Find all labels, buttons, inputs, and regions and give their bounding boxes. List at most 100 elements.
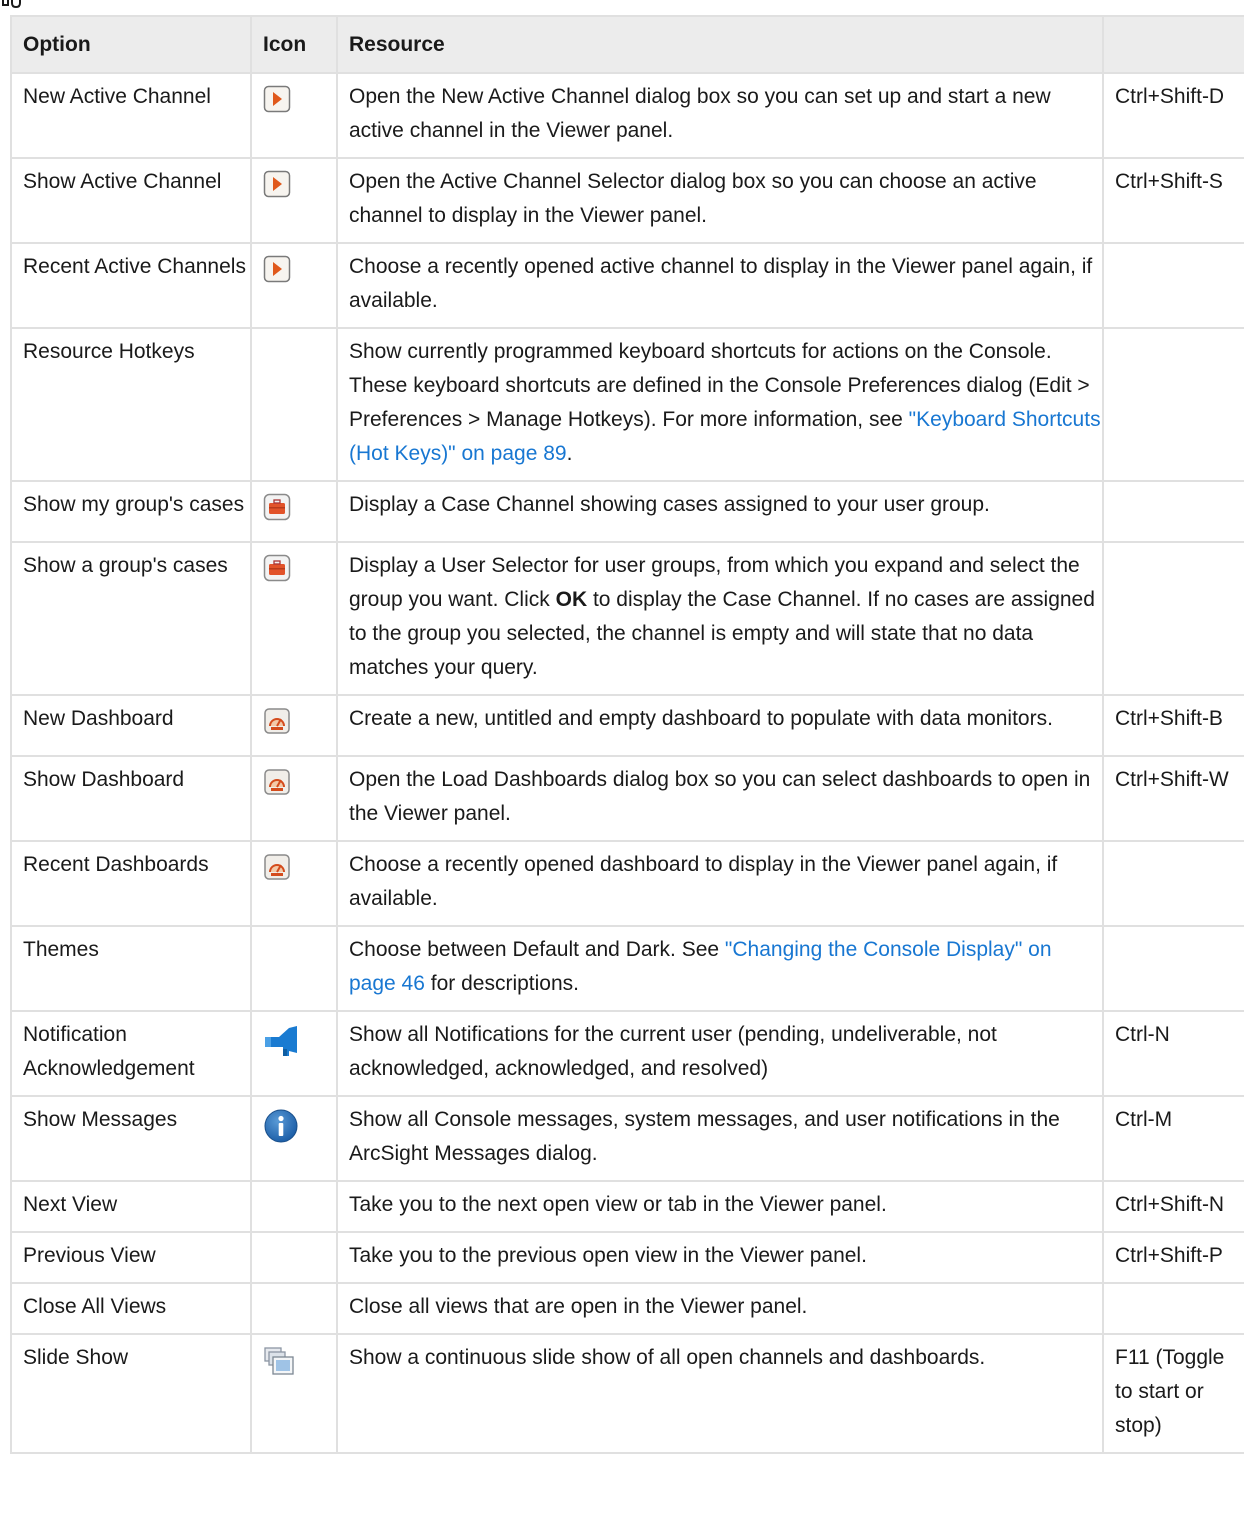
icon-cell	[250, 840, 338, 927]
option-cell: Next View	[10, 1180, 252, 1233]
option-cell: Recent Dashboards	[10, 840, 252, 927]
resource-cell: Show all Notifications for the current u…	[336, 1010, 1104, 1097]
table-row: New Dashboard Create a new, untitled and …	[10, 694, 1244, 757]
icon-cell	[250, 694, 338, 757]
resource-cell: Take you to the previous open view in th…	[336, 1231, 1104, 1284]
table-row: Slide Show Show a continuous slide show o…	[10, 1333, 1244, 1454]
active-channel-icon	[263, 85, 291, 124]
hotkey-cell: Ctrl-N	[1102, 1010, 1244, 1097]
option-cell: Resource Hotkeys	[10, 327, 252, 482]
resource-cell: Choose a recently opened active channel …	[336, 242, 1104, 329]
icon-cell	[250, 157, 338, 244]
notification-icon	[263, 1023, 299, 1070]
slide-show-icon	[263, 1346, 295, 1389]
icon-cell	[250, 925, 338, 1012]
table-row: Previous View Take you to the previous op…	[10, 1231, 1244, 1284]
case-briefcase-icon	[263, 493, 291, 532]
dashboard-icon	[263, 707, 291, 746]
resource-cell: Open the Load Dashboards dialog box so y…	[336, 755, 1104, 842]
option-cell: Notification Acknowledgement	[10, 1010, 252, 1097]
header-option: Option	[10, 15, 252, 74]
active-channel-icon	[263, 170, 291, 209]
resource-cell: Show a continuous slide show of all open…	[336, 1333, 1104, 1454]
resource-cell: Display a Case Channel showing cases ass…	[336, 480, 1104, 543]
table-row: Show my group's cases Display a Case Chan…	[10, 480, 1244, 543]
icon-cell	[250, 1282, 338, 1335]
resource-cell: Show currently programmed keyboard short…	[336, 327, 1104, 482]
option-cell: Slide Show	[10, 1333, 252, 1454]
table-row: Close All Views Close all views that are …	[10, 1282, 1244, 1335]
resource-cell: Open the Active Channel Selector dialog …	[336, 157, 1104, 244]
icon-cell	[250, 1333, 338, 1454]
console-options-table: Option Icon Resource New Active Channel O…	[10, 15, 1244, 1454]
hotkey-cell: Ctrl+Shift-W	[1102, 755, 1244, 842]
clipped-heading-fragment	[2, 0, 21, 9]
hotkey-cell: F11 (Toggle to start or stop)	[1102, 1333, 1244, 1454]
icon-cell	[250, 1010, 338, 1097]
case-briefcase-icon	[263, 554, 291, 593]
header-resource: Resource	[336, 15, 1104, 74]
hotkey-cell: Ctrl+Shift-N	[1102, 1180, 1244, 1233]
table-row: Notification Acknowledgement Show all Not…	[10, 1010, 1244, 1097]
icon-cell	[250, 1231, 338, 1284]
hotkey-cell: Ctrl+Shift-D	[1102, 72, 1244, 159]
resource-cell: Show all Console messages, system messag…	[336, 1095, 1104, 1182]
table-row: Show Messages Show all Console messages, …	[10, 1095, 1244, 1182]
resource-text: for descriptions.	[424, 972, 579, 995]
option-cell: New Dashboard	[10, 694, 252, 757]
header-hotkey	[1102, 15, 1244, 74]
hotkey-cell	[1102, 327, 1244, 482]
option-cell: Show Messages	[10, 1095, 252, 1182]
option-cell: New Active Channel	[10, 72, 252, 159]
hotkey-cell	[1102, 1282, 1244, 1335]
dashboard-icon	[263, 853, 291, 892]
option-cell: Close All Views	[10, 1282, 252, 1335]
resource-text: Choose between Default and Dark. See	[349, 938, 725, 961]
resource-text: .	[566, 442, 573, 465]
hotkey-cell	[1102, 541, 1244, 696]
option-cell: Show my group's cases	[10, 480, 252, 543]
icon-cell	[250, 1180, 338, 1233]
icon-cell	[250, 72, 338, 159]
option-cell: Previous View	[10, 1231, 252, 1284]
info-icon	[263, 1108, 299, 1155]
ui-term-bold: OK	[555, 588, 588, 611]
hotkey-cell	[1102, 480, 1244, 543]
table-row: New Active Channel Open the New Active Ch…	[10, 72, 1244, 159]
option-cell: Recent Active Channels	[10, 242, 252, 329]
header-icon: Icon	[250, 15, 338, 74]
header-row: Option Icon Resource	[10, 15, 1244, 74]
table-row: Show Dashboard Open the Load Dashboards d…	[10, 755, 1244, 842]
hotkey-cell: Ctrl-M	[1102, 1095, 1244, 1182]
table-row: Themes Choose between Default and Dark. S…	[10, 925, 1244, 1012]
icon-cell	[250, 541, 338, 696]
icon-cell	[250, 755, 338, 842]
hotkey-cell	[1102, 925, 1244, 1012]
table-row: Recent Active Channels Choose a recently …	[10, 242, 1244, 329]
hotkey-cell: Ctrl+Shift-S	[1102, 157, 1244, 244]
option-cell: Show Dashboard	[10, 755, 252, 842]
option-cell: Show Active Channel	[10, 157, 252, 244]
icon-cell	[250, 480, 338, 543]
table-row: Show a group's cases Display a User Selec…	[10, 541, 1244, 696]
option-cell: Show a group's cases	[10, 541, 252, 696]
resource-cell: Open the New Active Channel dialog box s…	[336, 72, 1104, 159]
hotkey-cell	[1102, 242, 1244, 329]
resource-cell: Choose a recently opened dashboard to di…	[336, 840, 1104, 927]
table-row: Show Active Channel Open the Active Chann…	[10, 157, 1244, 244]
icon-cell	[250, 242, 338, 329]
hotkey-cell: Ctrl+Shift-B	[1102, 694, 1244, 757]
table-row: Next View Take you to the next open view …	[10, 1180, 1244, 1233]
resource-cell: Choose between Default and Dark. See "Ch…	[336, 925, 1104, 1012]
table-row: Recent Dashboards Choose a recently opene…	[10, 840, 1244, 927]
resource-cell: Close all views that are open in the Vie…	[336, 1282, 1104, 1335]
resource-cell: Create a new, untitled and empty dashboa…	[336, 694, 1104, 757]
hotkey-cell: Ctrl+Shift-P	[1102, 1231, 1244, 1284]
resource-cell: Take you to the next open view or tab in…	[336, 1180, 1104, 1233]
dashboard-icon	[263, 768, 291, 807]
icon-cell	[250, 327, 338, 482]
active-channel-icon	[263, 255, 291, 294]
resource-cell: Display a User Selector for user groups,…	[336, 541, 1104, 696]
hotkey-cell	[1102, 840, 1244, 927]
table-row: Resource Hotkeys Show currently programme…	[10, 327, 1244, 482]
